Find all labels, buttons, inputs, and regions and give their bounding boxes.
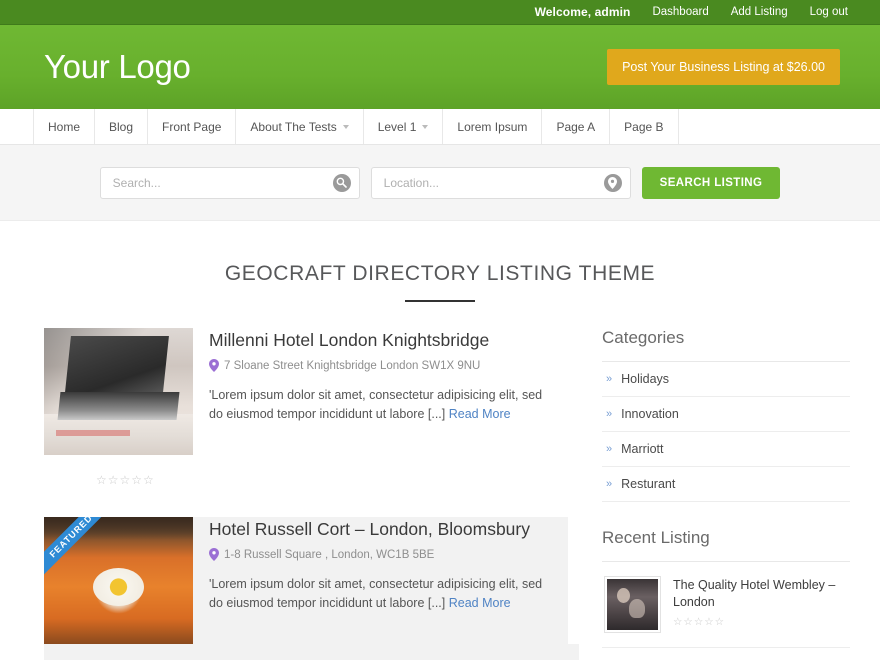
listing-thumbnail[interactable] [44,328,193,455]
nav-item-about-the-tests[interactable]: About The Tests [236,109,364,144]
top-utility-bar: Welcome, admin Dashboard Add Listing Log… [0,0,880,25]
search-icon[interactable] [332,173,351,192]
keyword-search-field[interactable] [99,166,360,199]
nav-label: Level 1 [377,119,417,134]
listing-title[interactable]: Millenni Hotel London Knightsbridge [209,330,568,351]
read-more-link[interactable]: Read More [449,407,511,421]
welcome-message: Welcome, admin [534,5,631,19]
listing-photo-laptop [44,328,193,455]
listing-details: Millenni Hotel London Knightsbridge 7 Sl… [209,328,568,455]
recent-listing-title[interactable]: The Quality Hotel Wembley – London [673,577,850,611]
category-label: Holidays [621,372,670,386]
listing-address-row: 7 Sloane Street Knightsbridge London SW1… [209,359,568,372]
nav-item-page-a[interactable]: Page A [542,109,611,144]
search-bar-section: SEARCH LISTING [0,145,880,221]
category-label: Innovation [621,407,679,421]
nav-label: Lorem Ipsum [457,119,528,134]
sidebar: Categories » Holidays » Innovation » Marrio… [602,328,850,660]
map-pin-icon[interactable] [603,173,622,192]
chevron-right-icon: » [606,373,613,385]
listing-address: 7 Sloane Street Knightsbridge London SW1… [224,359,481,372]
chevron-right-icon: » [606,408,613,420]
chevron-right-icon: » [606,443,613,455]
location-pin-icon [209,359,219,372]
listing-address-row: 1-8 Russell Square , London, WC1B 5BE [209,548,556,561]
chevron-down-icon [342,124,349,129]
listing-thumbnail[interactable]: FEATURED [44,517,193,644]
topbar-link-add-listing[interactable]: Add Listing [731,6,788,18]
listing-details: Hotel Russell Cort – London, Bloomsbury … [209,517,556,644]
listing-excerpt: 'Lorem ipsum dolor sit amet, consectetur… [209,386,559,425]
page-title: GEOCRAFT DIRECTORY LISTING THEME [224,262,656,285]
page-title-section: GEOCRAFT DIRECTORY LISTING THEME [0,221,880,302]
main-navigation: Home Blog Front Page About The Tests Lev… [0,109,880,145]
listing-title[interactable]: Hotel Russell Cort – London, Bloomsbury [209,519,556,540]
site-logo[interactable]: Your Logo [44,48,191,86]
nav-item-lorem-ipsum[interactable]: Lorem Ipsum [443,109,543,144]
nav-label: Front Page [162,119,222,134]
recent-listing-widget-title: Recent Listing [602,528,850,562]
listing-item[interactable]: Millenni Hotel London Knightsbridge 7 Sl… [44,328,568,455]
recent-listing-item[interactable]: The Quality Hotel Wembley – London ☆☆☆☆☆ [602,562,850,648]
nav-item-blog[interactable]: Blog [95,109,149,144]
search-listing-button[interactable]: SEARCH LISTING [641,166,781,199]
nav-item-front-page[interactable]: Front Page [148,109,237,144]
recent-photo-wembley [607,579,658,630]
category-item-innovation[interactable]: » Innovation [602,397,850,432]
location-search-field[interactable] [370,166,631,199]
category-item-marriott[interactable]: » Marriott [602,432,850,467]
categories-widget: Categories » Holidays » Innovation » Marrio… [602,328,850,502]
excerpt-ellipsis: [...] [427,596,449,611]
recent-listing-widget: Recent Listing The Quality Hotel Wembley… [602,528,850,660]
nav-item-home[interactable]: Home [33,109,96,144]
category-item-holidays[interactable]: » Holidays [602,362,850,397]
topbar-link-dashboard[interactable]: Dashboard [652,6,708,18]
listing-item[interactable]: FEATURED Hotel Russell Cort – London, Bl… [44,517,568,644]
nav-label: Blog [109,119,134,134]
recent-listing-thumbnail[interactable] [604,576,661,633]
location-input[interactable] [371,167,630,198]
nav-item-page-b[interactable]: Page B [610,109,679,144]
search-input[interactable] [100,167,359,198]
categories-widget-title: Categories [602,328,850,362]
post-listing-button[interactable]: Post Your Business Listing at $26.00 [607,49,840,85]
listing-rating-stars[interactable]: ☆☆☆☆☆ [44,644,579,660]
recent-listing-item[interactable]: Millenni Hotel London Knightsbridge ☆☆☆☆… [602,648,850,660]
listing-address: 1-8 Russell Square , London, WC1B 5BE [224,548,435,561]
nav-label: About The Tests [250,119,337,134]
site-header: Your Logo Post Your Business Listing at … [0,25,880,109]
nav-label: Page B [624,119,664,134]
category-label: Resturant [621,477,676,491]
location-pin-icon [209,548,219,561]
category-item-resturant[interactable]: » Resturant [602,467,850,502]
topbar-link-logout[interactable]: Log out [810,6,848,18]
content-area: Millenni Hotel London Knightsbridge 7 Sl… [0,302,880,660]
nav-label: Home [48,119,81,134]
category-label: Marriott [621,442,664,456]
excerpt-ellipsis: [...] [427,407,449,422]
categories-list: » Holidays » Innovation » Marriott » Restura… [602,362,850,502]
listing-rating-stars[interactable]: ☆☆☆☆☆ [96,473,568,487]
recent-listing-info: The Quality Hotel Wembley – London ☆☆☆☆☆ [673,576,850,628]
recent-listing-rating-stars[interactable]: ☆☆☆☆☆ [673,616,850,628]
listings-column: Millenni Hotel London Knightsbridge 7 Sl… [44,328,579,660]
chevron-right-icon: » [606,478,613,490]
nav-item-level-1[interactable]: Level 1 [364,109,444,144]
read-more-link[interactable]: Read More [449,596,511,610]
listing-excerpt: 'Lorem ipsum dolor sit amet, consectetur… [209,575,556,614]
nav-label: Page A [556,119,596,134]
chevron-down-icon [422,124,429,129]
